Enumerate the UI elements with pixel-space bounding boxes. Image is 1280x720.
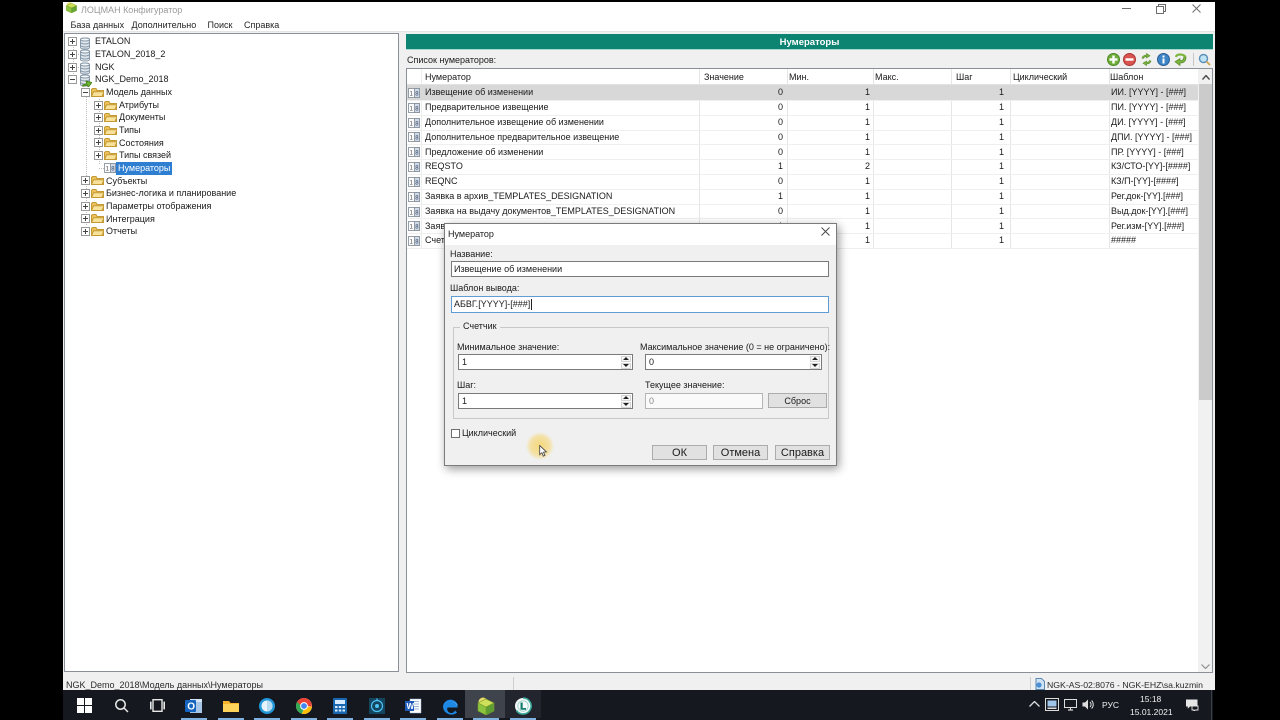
svg-text:O: O [187, 702, 195, 713]
svg-text:W: W [407, 702, 415, 711]
